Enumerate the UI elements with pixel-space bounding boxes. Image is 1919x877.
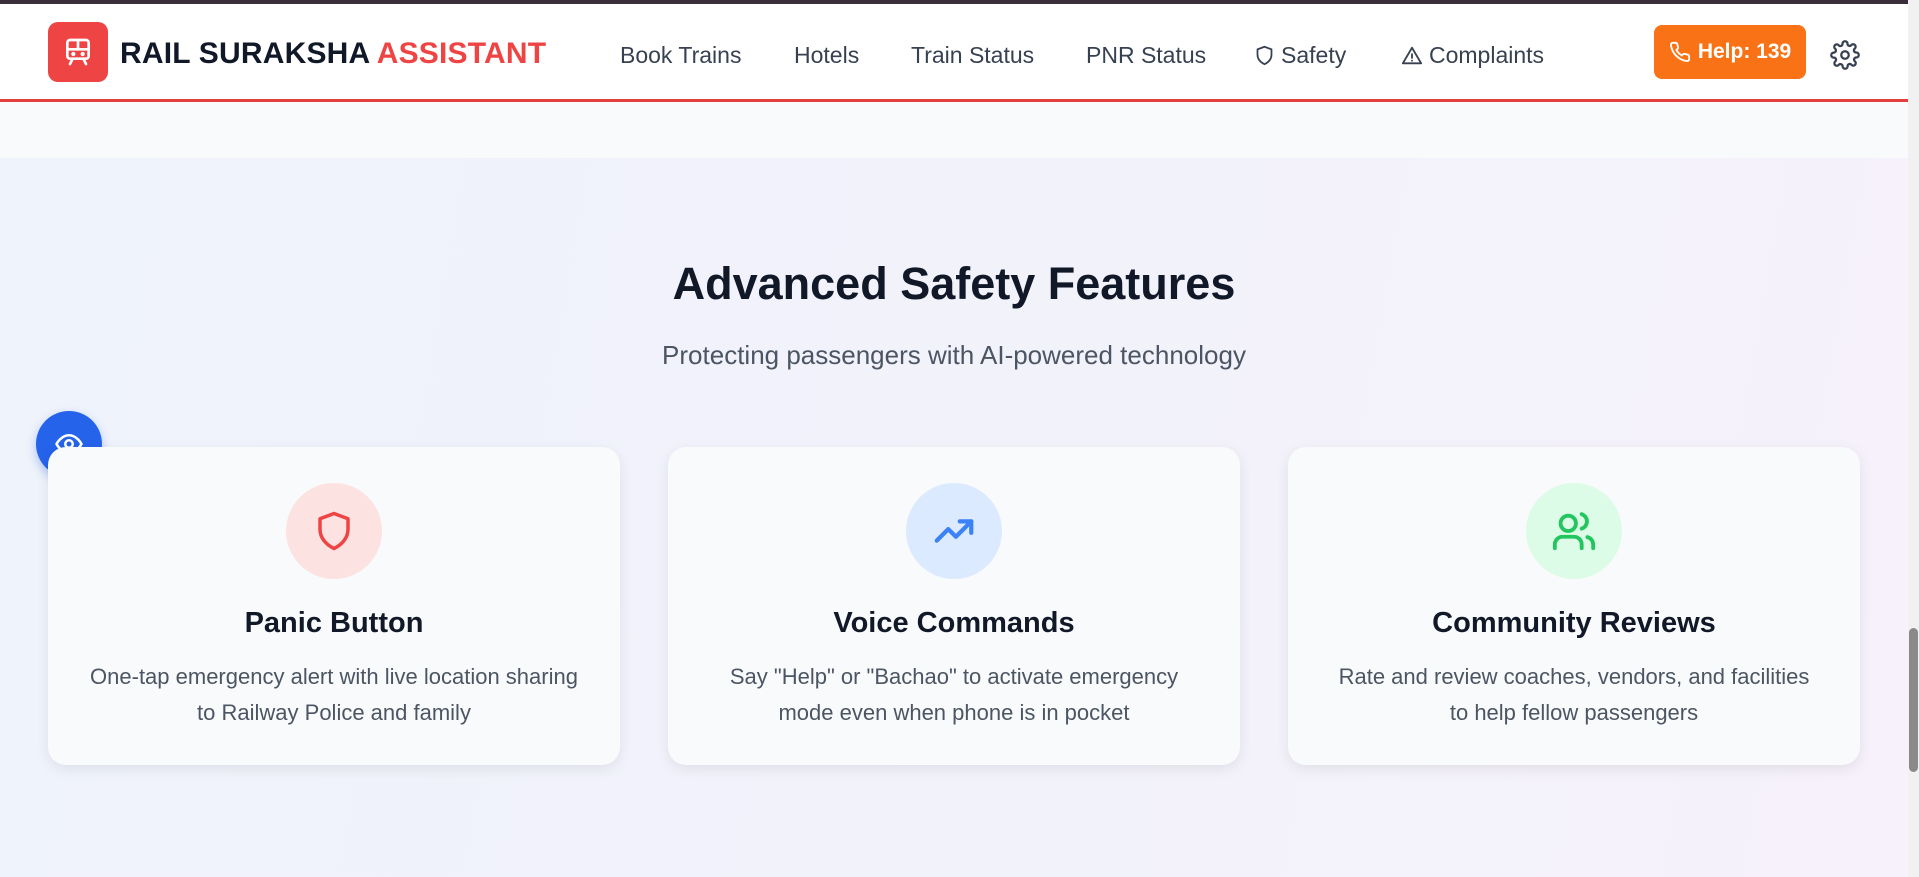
nav-book-trains[interactable]: Book Trains [620,42,741,69]
nav-complaints[interactable]: Complaints [1401,42,1544,69]
nav-safety-label: Safety [1281,42,1347,68]
trending-up-icon [934,519,974,543]
feature-icon-circle [286,483,382,579]
feature-title: Community Reviews [1432,607,1716,639]
train-icon [66,38,90,66]
feature-card-community-reviews[interactable]: Community Reviews Rate and review coache… [1288,447,1860,765]
shield-icon [318,511,350,551]
phone-icon [1669,41,1690,62]
brand-title[interactable]: RAIL SURAKSHA ASSISTANT [120,37,546,71]
nav-safety[interactable]: Safety [1254,42,1346,69]
scrollbar-thumb[interactable] [1909,628,1918,772]
section-title: Advanced Safety Features [672,258,1236,309]
nav-complaints-label: Complaints [1429,42,1545,68]
brand-main: RAIL SURAKSHA [120,37,370,70]
feature-title: Panic Button [244,607,424,639]
help-button-label: Help: 139 [1697,40,1792,63]
feature-description: Say "Help" or "Bachao" to activate emerg… [729,664,1179,725]
nav-pnr-status[interactable]: PNR Status [1086,42,1206,69]
logo[interactable] [48,22,108,82]
nav-train-status[interactable]: Train Status [911,42,1034,69]
feature-icon-circle [906,483,1002,579]
nav-hotels[interactable]: Hotels [794,42,859,69]
gear-icon[interactable] [1830,40,1860,70]
feature-icon-circle [1526,483,1622,579]
previous-section-end [0,102,1908,158]
help-button[interactable]: Help: 139 [1654,25,1806,79]
nav-hotels-label: Hotels [794,42,860,68]
section-subtitle: Protecting passengers with AI-powered te… [662,340,1246,370]
feature-description: Rate and review coaches, vendors, and fa… [1338,664,1810,725]
warning-triangle-icon [1401,46,1423,64]
feature-title: Voice Commands [833,607,1075,639]
brand-accent: ASSISTANT [376,37,547,70]
users-icon [1552,512,1596,551]
nav-pnr-status-label: PNR Status [1086,42,1207,68]
feature-card-panic-button[interactable]: Panic Button One-tap emergency alert wit… [48,447,620,765]
navbar: RAIL SURAKSHA ASSISTANT Book Trains Hote… [0,4,1908,102]
feature-card-voice-commands[interactable]: Voice Commands Say "Help" or "Bachao" to… [668,447,1240,765]
nav-book-trains-label: Book Trains [620,42,742,68]
shield-icon [1256,45,1273,66]
feature-description: One-tap emergency alert with live locati… [90,664,578,725]
nav-train-status-label: Train Status [911,42,1035,68]
